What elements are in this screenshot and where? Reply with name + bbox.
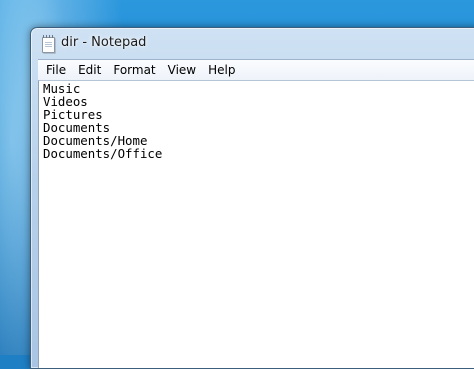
notepad-window: dir - Notepad File Edit Format View Help…: [30, 27, 474, 369]
title-bar[interactable]: dir - Notepad: [31, 28, 474, 60]
text-editor[interactable]: Music Videos Pictures Documents Document…: [38, 80, 474, 368]
menu-help[interactable]: Help: [202, 60, 241, 80]
menu-file[interactable]: File: [38, 60, 72, 80]
menu-edit[interactable]: Edit: [72, 60, 107, 80]
editor-content[interactable]: Music Videos Pictures Documents Document…: [39, 81, 474, 160]
menu-view[interactable]: View: [162, 60, 202, 80]
notepad-icon[interactable]: [42, 35, 55, 53]
menu-bar: File Edit Format View Help: [38, 59, 474, 80]
menu-format[interactable]: Format: [107, 60, 161, 80]
window-title: dir - Notepad: [61, 35, 147, 50]
